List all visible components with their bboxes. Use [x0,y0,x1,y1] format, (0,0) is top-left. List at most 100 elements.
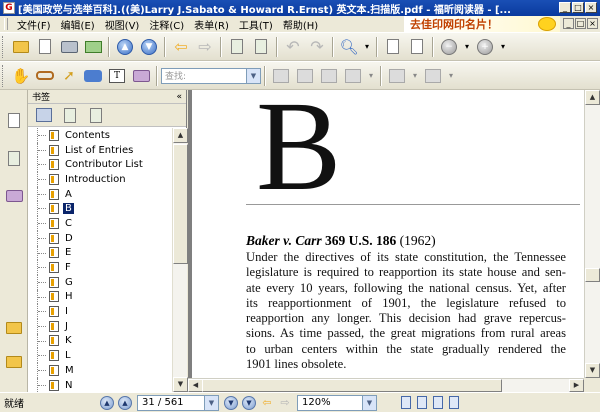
zoom-in-dropdown[interactable]: ▾ [498,36,508,58]
find-next-button[interactable] [342,65,364,87]
forward-button[interactable]: ⇨ [194,36,216,58]
menu-view[interactable]: 视图(V) [100,17,145,32]
prev-page-status-button[interactable]: ▲ [118,395,132,410]
find-button[interactable] [82,65,104,87]
bookmark-item[interactable]: B [28,201,172,217]
snapshot-button[interactable] [130,65,152,87]
zoom-out-dropdown[interactable]: ▾ [462,36,472,58]
doc-scroll-up-arrow[interactable]: ▲ [585,90,600,105]
zoom-out-button[interactable]: − [438,36,460,58]
continuous-layout-icon[interactable] [417,396,427,409]
select-tool-button[interactable]: ➚ [58,65,80,87]
bookmark-item[interactable]: M [28,363,172,378]
fit-page-button[interactable] [406,36,428,58]
open-button[interactable] [10,36,32,58]
bookmark-item[interactable]: Introduction [28,172,172,187]
rotate-left-button[interactable] [226,36,248,58]
bookmark-item[interactable]: F [28,260,172,275]
back-status-button[interactable]: ⇦ [260,396,274,410]
collapse-pane-button[interactable]: « [176,92,182,102]
bookmark-item[interactable]: E [28,245,172,261]
last-page-button[interactable] [294,65,316,87]
select-text-button[interactable]: T [106,65,128,87]
undo-button[interactable]: ↶ [282,36,304,58]
grid-dropdown[interactable]: ▾ [410,65,420,87]
find-prev-button[interactable] [318,65,340,87]
scroll-down-arrow[interactable]: ▼ [173,377,188,392]
ad-banner[interactable]: 去佳印网印名片！ [404,16,560,32]
menu-edit[interactable]: 编辑(E) [56,17,100,32]
bookmark-item[interactable]: A [28,186,172,202]
document-view[interactable]: B Baker v. Carr 369 U.S. 186 (1962) Unde… [188,90,584,378]
zoom-in-button[interactable]: + [474,36,496,58]
bookmark-item[interactable]: Contributor List [28,157,172,173]
zoom-field[interactable]: 120% ▼ [297,394,377,411]
print-button[interactable] [58,36,80,58]
page-view-button[interactable] [422,65,444,87]
bookmark-item[interactable]: C [28,216,172,231]
first-page-status-button[interactable]: ▲ [100,395,114,410]
bookmark-item[interactable]: L [28,348,172,363]
maximize-button[interactable]: □ [572,2,584,13]
next-page-status-button[interactable]: ▼ [224,395,238,410]
fit-width-button[interactable] [382,36,404,58]
last-page-status-button[interactable]: ▼ [242,395,256,410]
find-options-dropdown[interactable]: ▾ [366,65,376,87]
find-input[interactable]: 查找: ▼ [161,67,261,84]
redo-button[interactable]: ↷ [306,36,328,58]
back-button[interactable]: ⇦ [170,36,192,58]
grid-button[interactable] [386,65,408,87]
bookmark-item[interactable]: G [28,274,172,290]
hand-tool-button[interactable]: ✋ [10,65,32,87]
doc-scroll-down-arrow[interactable]: ▼ [585,363,600,378]
forward-status-button[interactable]: ⇨ [278,396,292,410]
page-number-field[interactable]: 31 / 561 ▼ [137,394,219,411]
bookmark-item[interactable]: Contents [28,128,172,143]
layers-tab[interactable] [4,186,24,206]
bookmark-item[interactable]: K [28,333,172,349]
bookmark-item[interactable]: D [28,230,172,246]
page-view-dropdown[interactable]: ▾ [446,65,456,87]
doc-scroll-right-arrow[interactable]: ▶ [569,379,584,392]
comments-tab[interactable] [4,318,24,338]
edit-bookmark-button[interactable] [86,106,106,124]
bookmarks-scroll-thumb[interactable] [173,144,188,264]
bookmark-item[interactable]: I [28,304,172,319]
doc-vertical-scroll-thumb[interactable] [585,268,600,282]
bookmark-item[interactable]: List of Entries [28,142,172,158]
email-button[interactable] [82,36,104,58]
bookmark-item[interactable]: J [28,318,172,334]
rotate-right-button[interactable] [250,36,272,58]
bookmark-item[interactable]: N [28,377,172,392]
bookmarks-tab[interactable] [4,110,24,130]
menu-form[interactable]: 表单(R) [189,17,234,32]
previous-page-button[interactable]: ▲ [114,36,136,58]
bookmark-item[interactable]: H [28,289,172,305]
first-page-button[interactable] [270,65,292,87]
document-horizontal-scrollbar[interactable]: ◀ ▶ [188,378,584,392]
zoom-tool-button[interactable]: 🔍︎ [338,36,360,58]
pages-tab[interactable] [4,148,24,168]
facing-layout-icon[interactable] [433,396,443,409]
page-dropdown-arrow[interactable]: ▼ [204,395,218,410]
doc-restore-button[interactable]: □ [575,18,586,29]
delete-bookmark-button[interactable] [34,106,54,124]
attachments-tab[interactable] [4,352,24,372]
continuous-facing-layout-icon[interactable] [449,396,459,409]
close-button[interactable]: × [585,2,597,13]
doc-minimize-button[interactable]: _ [563,18,574,29]
menu-tools[interactable]: 工具(T) [234,17,278,32]
menu-file[interactable]: 文件(F) [12,17,56,32]
find-dropdown-arrow[interactable]: ▼ [246,68,260,83]
doc-horizontal-scroll-thumb[interactable] [202,379,502,392]
bookmarks-scrollbar[interactable]: ▲ ▼ [172,128,188,392]
add-bookmark-button[interactable] [60,106,80,124]
doc-close-button[interactable]: × [587,18,598,29]
menu-comment[interactable]: 注释(C) [144,17,189,32]
scroll-up-arrow[interactable]: ▲ [173,128,188,143]
zoom-tool-dropdown[interactable]: ▾ [362,36,372,58]
minimize-button[interactable]: _ [559,2,571,13]
zoom-dropdown-arrow[interactable]: ▼ [362,395,376,410]
snapshot-glasses-button[interactable] [34,65,56,87]
single-page-layout-icon[interactable] [401,396,411,409]
